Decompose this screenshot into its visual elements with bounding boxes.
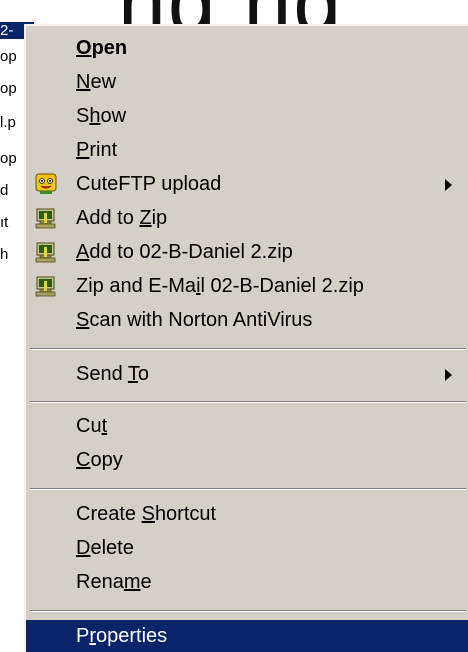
menu-item-label: Properties [76, 624, 168, 647]
menu-item-label: Zip and E-Mail 02-B-Daniel 2.zip [76, 274, 364, 297]
menu-item-label: Add to Zip [76, 206, 168, 229]
menu-item-label: Delete [76, 536, 134, 559]
menu-item-label: Create Shortcut [76, 502, 217, 525]
menu-item-scan-norton[interactable]: Scan with Norton AntiVirus [26, 304, 468, 336]
menu-item-open[interactable]: Open [26, 32, 468, 64]
submenu-arrow-icon [445, 179, 452, 191]
menu-item-cuteftp-upload[interactable]: CuteFTP upload [26, 168, 468, 200]
menu-item-cut[interactable]: Cut [26, 410, 468, 442]
menu-separator [30, 610, 466, 612]
menu-separator [30, 401, 466, 403]
menu-item-add-to-zip[interactable]: Add to Zip [26, 202, 468, 234]
menu-item-print[interactable]: Print [26, 134, 468, 166]
cuteftp-icon [34, 173, 58, 195]
menu-item-label: Copy [76, 448, 123, 471]
context-menu: Open New Show Print CuteFTP upload Add t… [24, 24, 468, 652]
menu-item-rename[interactable]: Rename [26, 566, 468, 598]
menu-item-label: Open [76, 36, 128, 59]
menu-item-label: CuteFTP upload [76, 172, 222, 195]
winzip-icon [34, 275, 58, 297]
menu-separator [30, 488, 466, 490]
menu-item-add-to-named-zip[interactable]: Add to 02-B-Daniel 2.zip [26, 236, 468, 268]
submenu-arrow-icon [445, 369, 452, 381]
menu-item-delete[interactable]: Delete [26, 532, 468, 564]
menu-item-label: Scan with Norton AntiVirus [76, 308, 313, 331]
menu-item-copy[interactable]: Copy [26, 444, 468, 476]
menu-item-label: Cut [76, 414, 108, 437]
menu-separator [30, 348, 466, 350]
menu-item-label: Send To [76, 362, 150, 385]
menu-item-send-to[interactable]: Send To [26, 358, 468, 390]
winzip-icon [34, 241, 58, 263]
menu-item-label: Add to 02-B-Daniel 2.zip [76, 240, 293, 263]
menu-item-label: New [76, 70, 117, 93]
menu-item-label: Show [76, 104, 127, 127]
menu-item-show[interactable]: Show [26, 100, 468, 132]
menu-item-zip-and-email[interactable]: Zip and E-Mail 02-B-Daniel 2.zip [26, 270, 468, 302]
menu-item-create-shortcut[interactable]: Create Shortcut [26, 498, 468, 530]
menu-item-label: Print [76, 138, 118, 161]
menu-item-properties[interactable]: Properties [26, 620, 468, 652]
winzip-icon [34, 207, 58, 229]
menu-item-new[interactable]: New [26, 66, 468, 98]
menu-item-label: Rename [76, 570, 152, 593]
